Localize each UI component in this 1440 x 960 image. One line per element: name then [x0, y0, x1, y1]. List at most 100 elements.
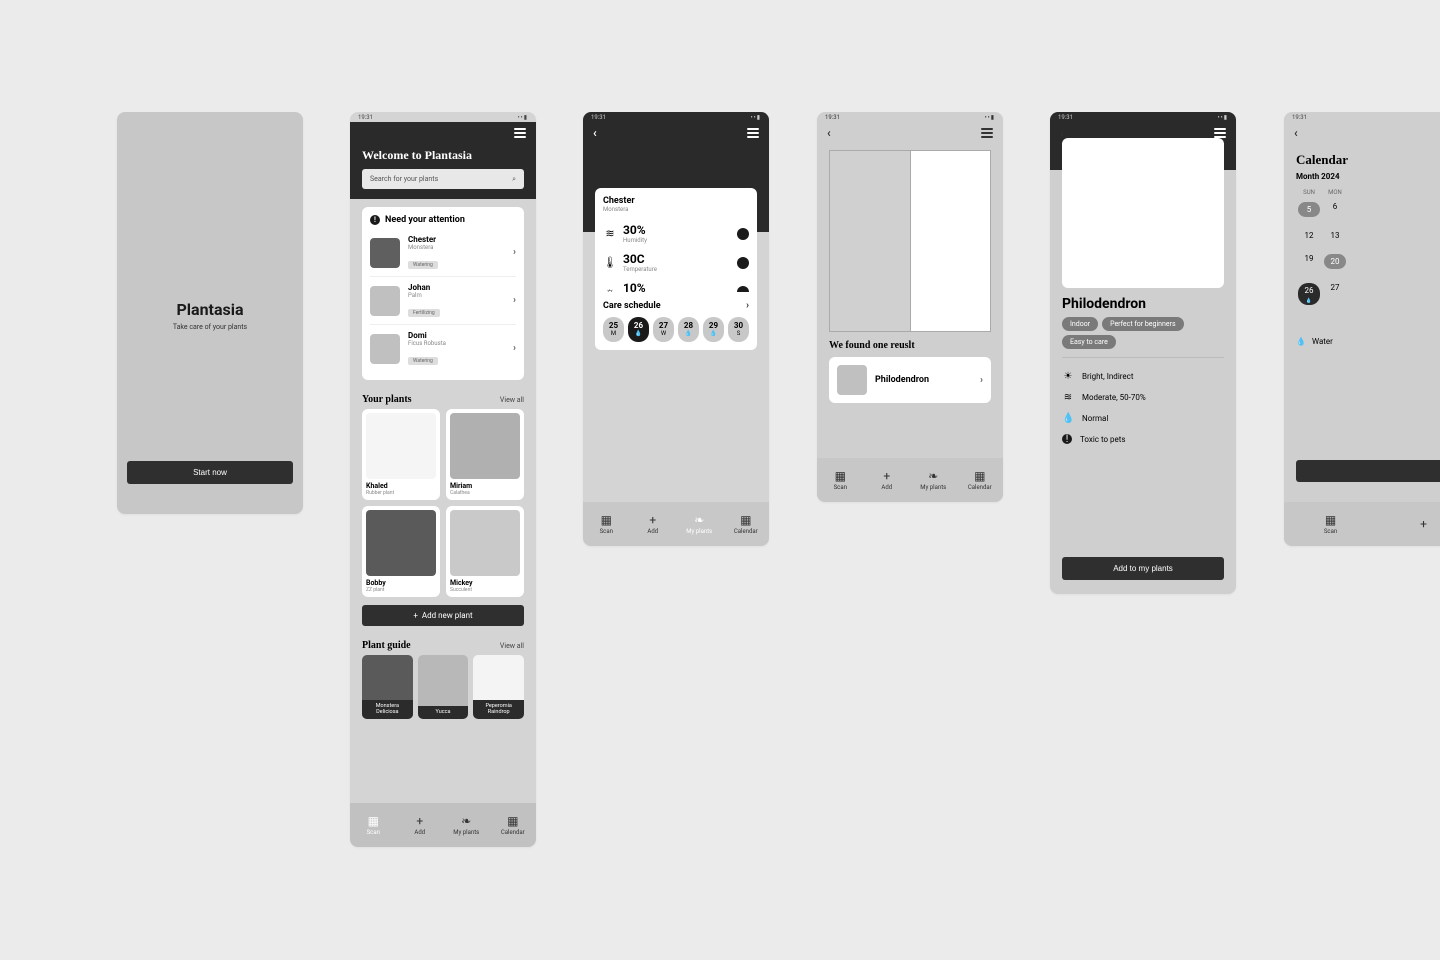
plant-image	[366, 510, 436, 576]
screen-plant-page: 19:31••▮ ‹ Philodendron Indoor Perfect f…	[1050, 112, 1236, 594]
day-pill[interactable]: 25M	[603, 317, 624, 342]
plant-name: Bobby	[366, 579, 436, 587]
plant-species: Monstera	[603, 206, 749, 213]
menu-icon[interactable]	[514, 128, 526, 138]
sun-icon: ☀	[1062, 371, 1074, 382]
thermometer-icon: 🌡	[603, 256, 617, 269]
nav-add[interactable]: +	[1377, 502, 1440, 546]
humidity-row: ≋ 30%Humidity	[603, 219, 749, 248]
add-new-plant-button[interactable]: + Add new plant	[362, 605, 524, 626]
status-time: 19:31	[825, 114, 840, 122]
face-icon	[737, 228, 749, 240]
day-pill[interactable]: 30S	[728, 317, 749, 342]
start-now-button[interactable]: Start now	[127, 461, 293, 484]
nav-myplants[interactable]: ❧My plants	[676, 502, 723, 546]
result-name: Philodendron	[875, 375, 972, 385]
nav-add[interactable]: +Add	[864, 458, 911, 502]
search-input[interactable]: Search for your plants ⌕	[362, 169, 524, 189]
attn-tag: Watering	[408, 261, 438, 269]
cal-day[interactable]: 20	[1324, 254, 1346, 269]
plant-card[interactable]: Mickey Succulent	[446, 506, 524, 597]
calendar-action-button[interactable]	[1296, 460, 1440, 482]
tag: Indoor	[1062, 317, 1098, 331]
welcome-title: Welcome to Plantasia	[350, 144, 536, 169]
cal-day[interactable]: 12	[1296, 231, 1322, 240]
nav-calendar[interactable]: ▦Calendar	[957, 458, 1004, 502]
guide-card[interactable]: Monstera Deliciosa	[362, 655, 413, 719]
attention-row[interactable]: Chester Monstera Watering ›	[370, 229, 516, 277]
cal-day[interactable]: 13	[1322, 231, 1348, 240]
calendar-month: Month 2024	[1284, 172, 1440, 189]
day-pill[interactable]: 28💧	[678, 317, 699, 342]
guide-card[interactable]: Yucca	[418, 655, 469, 719]
plant-sub: Calathea	[450, 490, 520, 496]
add-to-plants-button[interactable]: Add to my plants	[1062, 557, 1224, 580]
back-icon[interactable]: ‹	[593, 126, 597, 140]
attention-card: ! Need your attention Chester Monstera W…	[362, 207, 524, 380]
chevron-right-icon[interactable]: ›	[746, 300, 749, 311]
nav-calendar[interactable]: ▦Calendar	[490, 803, 537, 847]
calendar-title: Calendar	[1284, 144, 1440, 172]
chevron-right-icon: ›	[980, 375, 983, 386]
status-icons: ••▮	[985, 114, 995, 122]
alert-icon: !	[370, 215, 380, 225]
viewall-link[interactable]: View all	[500, 642, 524, 650]
attention-row[interactable]: Johan Palm Fertilizing ›	[370, 277, 516, 325]
splash-title: Plantasia	[117, 300, 303, 319]
property-row: ☀Bright, Indirect	[1050, 366, 1236, 387]
calendar-icon: ▦	[740, 514, 751, 526]
nav-scan[interactable]: ▦Scan	[583, 502, 630, 546]
plant-card[interactable]: Miriam Calathea	[446, 409, 524, 500]
water-icon: 💧	[1062, 413, 1074, 424]
nav-scan[interactable]: ▦Scan	[350, 803, 397, 847]
status-time: 19:31	[358, 114, 373, 122]
viewall-link[interactable]: View all	[500, 396, 524, 404]
schedule-title: Care schedule	[603, 301, 661, 311]
leaf-icon: ❧	[694, 514, 704, 526]
plant-sub: Rubber plant	[366, 490, 436, 496]
status-time: 19:31	[1058, 114, 1073, 122]
plant-image	[450, 413, 520, 479]
tag: Easy to care	[1062, 335, 1116, 349]
day-pill[interactable]: 27W	[653, 317, 674, 342]
cal-day[interactable]: 5	[1298, 202, 1320, 217]
nav-add[interactable]: +Add	[397, 803, 444, 847]
nav-myplants[interactable]: ❧My plants	[910, 458, 957, 502]
screen-scan-result: 19:31••▮ ‹ We found one reuslt Philodend…	[817, 112, 1003, 502]
search-icon: ⌕	[512, 175, 516, 184]
scan-result-row[interactable]: Philodendron ›	[829, 357, 991, 403]
attn-name: Johan	[408, 283, 505, 292]
attn-name: Chester	[408, 235, 505, 244]
menu-icon[interactable]	[747, 128, 759, 138]
back-icon[interactable]: ‹	[827, 126, 831, 140]
screen-home: 19:31 ••▮ Welcome to Plantasia Search fo…	[350, 112, 536, 847]
humidity-icon: ≋	[603, 227, 617, 240]
cal-day[interactable]: 19	[1296, 254, 1322, 269]
day-pill[interactable]: 29💧	[703, 317, 724, 342]
plus-icon: +	[413, 611, 418, 620]
guide-card[interactable]: Peperomia Raindrop	[473, 655, 524, 719]
back-icon[interactable]: ‹	[1294, 126, 1298, 140]
cal-day[interactable]: 27	[1322, 283, 1348, 305]
nav-calendar[interactable]: ▦Calendar	[723, 502, 770, 546]
cal-day[interactable]: 6	[1322, 202, 1348, 217]
plant-image	[366, 413, 436, 479]
status-time: 19:31	[1292, 114, 1307, 122]
cal-day[interactable]: 26	[1298, 283, 1320, 305]
hero-image	[1062, 138, 1224, 288]
attention-row[interactable]: Domi Ficus Robusta Watering ›	[370, 325, 516, 372]
calendar-header: SUN MON	[1284, 189, 1440, 196]
nav-add[interactable]: +Add	[630, 502, 677, 546]
screen-splash: Plantasia Take care of your plants Start…	[117, 112, 303, 514]
back-icon[interactable]: ‹	[1060, 126, 1064, 140]
add-new-label: Add new plant	[422, 611, 473, 620]
day-pill[interactable]: 26💧	[628, 317, 649, 342]
nav-scan[interactable]: ▦Scan	[817, 458, 864, 502]
menu-icon[interactable]	[1214, 128, 1226, 138]
nav-scan[interactable]: ▦Scan	[1284, 502, 1377, 546]
plant-card[interactable]: Khaled Rubber plant	[362, 409, 440, 500]
nav-myplants[interactable]: ❧My plants	[443, 803, 490, 847]
plus-icon: +	[649, 514, 656, 526]
menu-icon[interactable]	[981, 128, 993, 138]
plant-card[interactable]: Bobby ZZ plant	[362, 506, 440, 597]
